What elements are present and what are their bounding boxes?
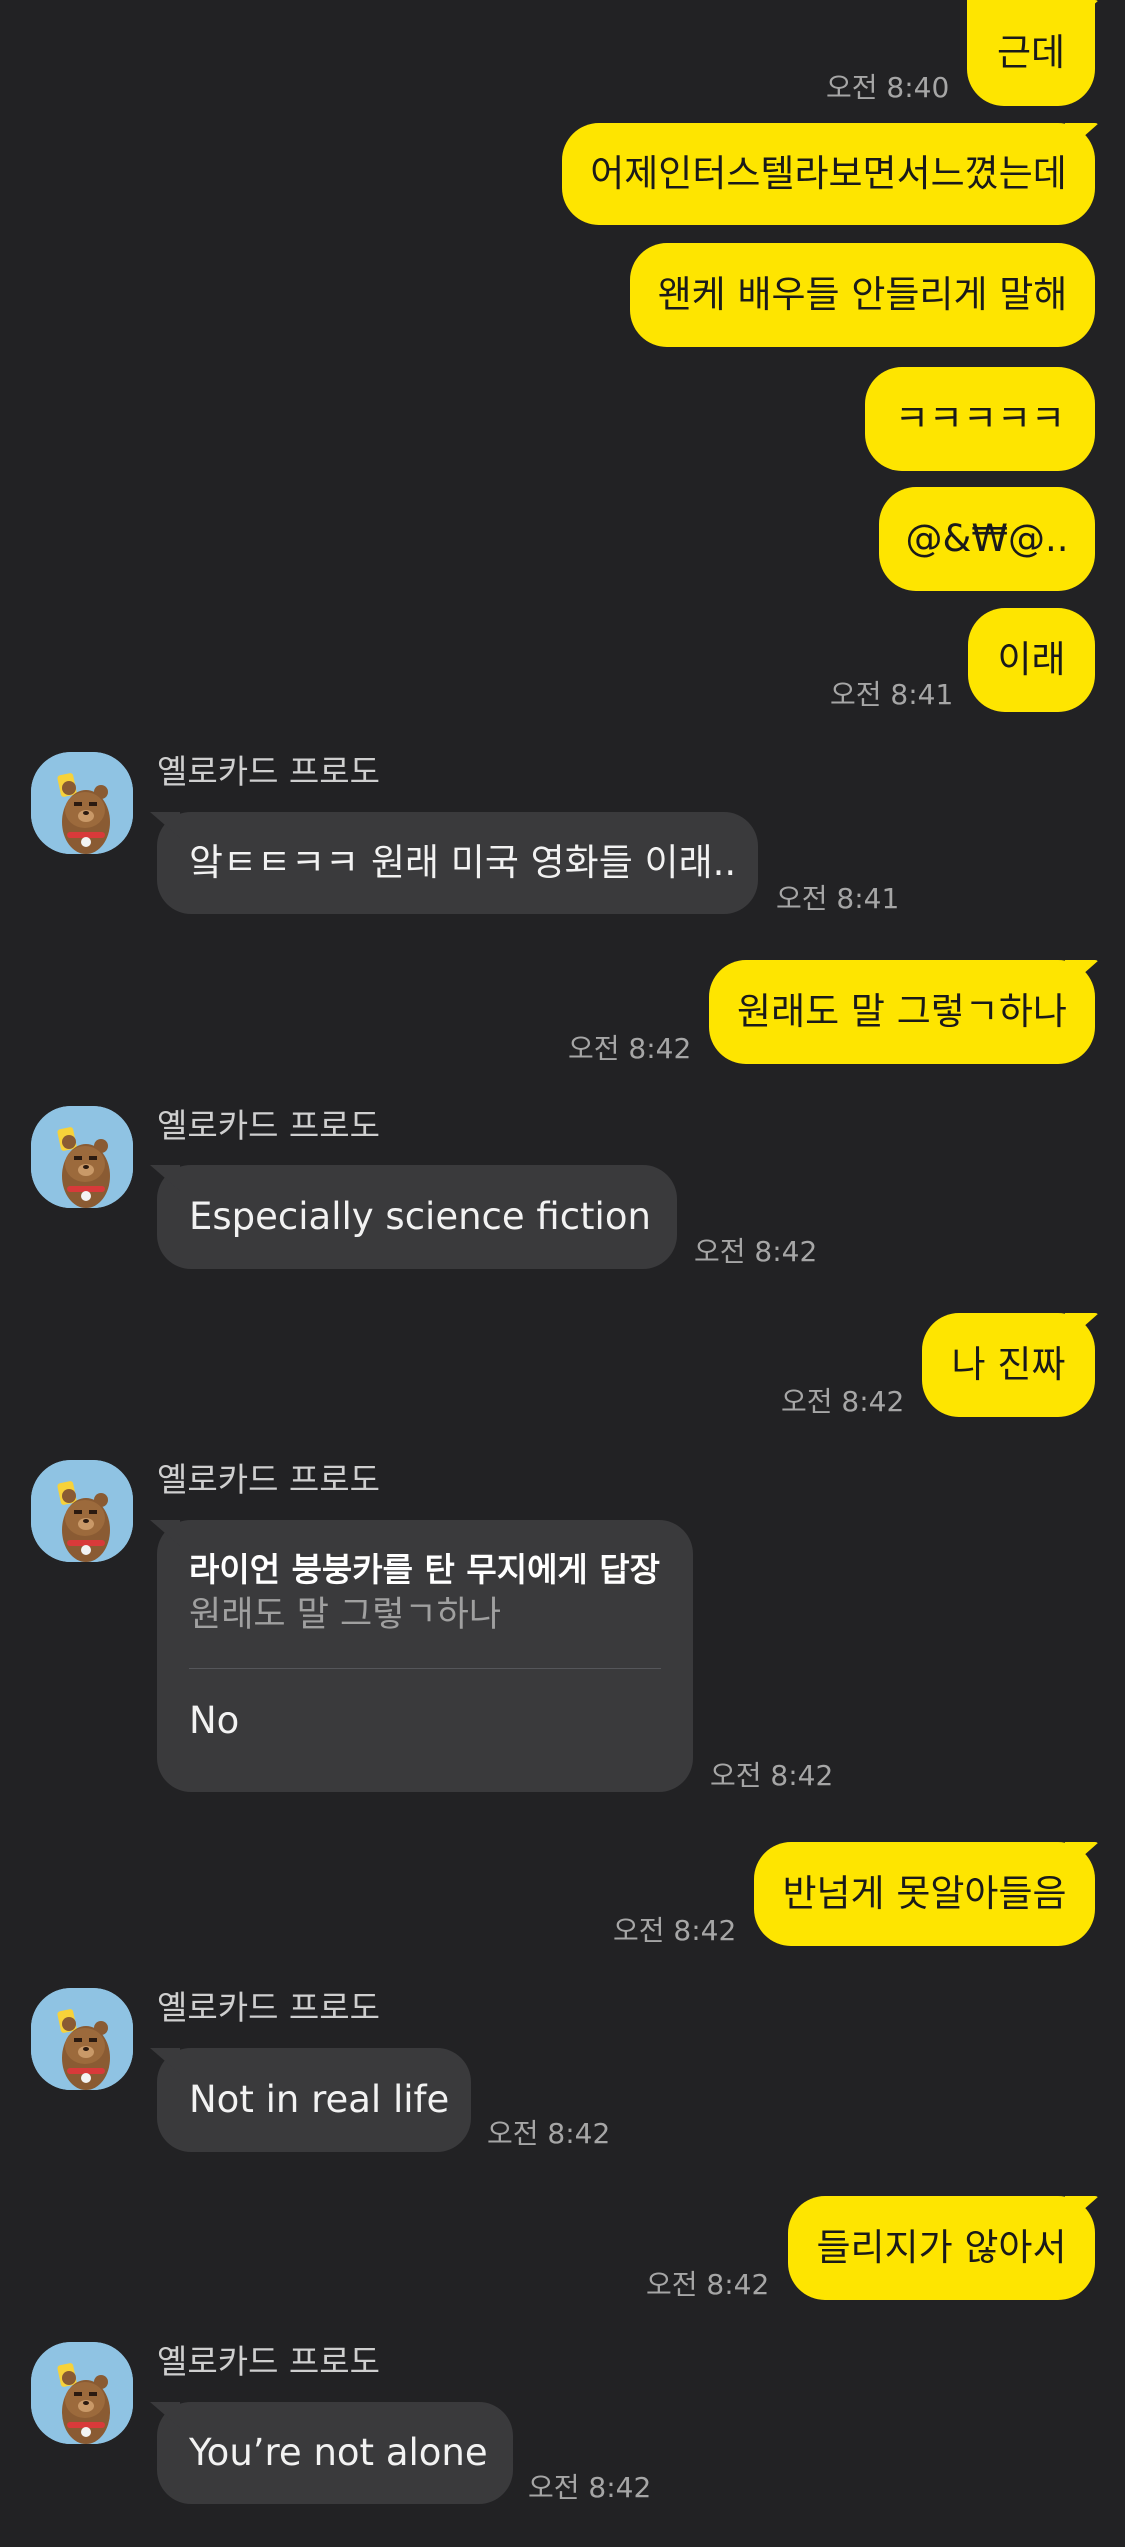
timestamp: 오전 8:42 bbox=[781, 1385, 905, 1418]
message-text: 근데 bbox=[996, 31, 1066, 74]
timestamp: 오전 8:42 bbox=[568, 1032, 692, 1065]
message-text: Not in real life bbox=[189, 2078, 450, 2121]
outgoing-message[interactable]: 원래도 말 그렇ㄱ하나 bbox=[709, 960, 1095, 1064]
bear-character-icon bbox=[31, 1988, 133, 2090]
timestamp: 오전 8:41 bbox=[776, 882, 900, 915]
message-text: 원래도 말 그렇ㄱ하나 bbox=[737, 990, 1067, 1033]
incoming-message[interactable]: 앜ㅌㅌㅋㅋ 원래 미국 영화들 이래.. bbox=[157, 812, 758, 914]
message-text: 반넘게 못알아들음 bbox=[782, 1872, 1067, 1915]
chat-thread[interactable]: 근데 오전 8:40 어제인터스텔라보면서느꼈는데 왠케 배우들 안들리게 말해… bbox=[0, 0, 1125, 2547]
outgoing-message[interactable]: 왠케 배우들 안들리게 말해 bbox=[630, 243, 1095, 347]
message-text: @&₩@.. bbox=[905, 517, 1069, 560]
outgoing-message[interactable]: 이래 bbox=[968, 608, 1095, 712]
outgoing-message[interactable]: 나 진짜 bbox=[922, 1313, 1095, 1417]
message-text: 들리지가 않아서 bbox=[816, 2226, 1067, 2269]
message-text: You’re not alone bbox=[189, 2431, 488, 2474]
message-text: ㅋㅋㅋㅋㅋ bbox=[894, 397, 1066, 440]
avatar[interactable] bbox=[31, 752, 133, 854]
timestamp: 오전 8:42 bbox=[613, 1914, 737, 1947]
message-text: Especially science fiction bbox=[189, 1195, 651, 1238]
avatar[interactable] bbox=[31, 1460, 133, 1562]
message-text: 어제인터스텔라보면서느꼈는데 bbox=[590, 152, 1067, 195]
incoming-message[interactable]: Not in real life bbox=[157, 2048, 471, 2152]
incoming-message[interactable]: Especially science fiction bbox=[157, 1165, 677, 1269]
reply-message[interactable]: 라이언 붕붕카를 탄 무지에게 답장 원래도 말 그렇ㄱ하나 No bbox=[157, 1520, 693, 1792]
message-text: No bbox=[189, 1699, 240, 1742]
message-text: 이래 bbox=[997, 638, 1066, 681]
bear-character-icon bbox=[31, 1460, 133, 1562]
sender-name: 옐로카드 프로도 bbox=[157, 752, 381, 791]
sender-name: 옐로카드 프로도 bbox=[157, 1106, 381, 1145]
reply-title: 라이언 붕붕카를 탄 무지에게 답장 bbox=[189, 1550, 660, 1589]
reply-quote: 원래도 말 그렇ㄱ하나 bbox=[189, 1595, 502, 1635]
timestamp: 오전 8:42 bbox=[710, 1759, 834, 1792]
timestamp: 오전 8:42 bbox=[694, 1235, 818, 1268]
avatar[interactable] bbox=[31, 2342, 133, 2444]
outgoing-message[interactable]: 반넘게 못알아들음 bbox=[754, 1842, 1095, 1946]
outgoing-message[interactable]: @&₩@.. bbox=[879, 487, 1095, 591]
timestamp: 오전 8:42 bbox=[646, 2268, 770, 2301]
outgoing-message[interactable]: ㅋㅋㅋㅋㅋ bbox=[865, 367, 1095, 471]
message-text: 나 진짜 bbox=[951, 1343, 1066, 1386]
bear-character-icon bbox=[31, 2342, 133, 2444]
incoming-message[interactable]: You’re not alone bbox=[157, 2402, 513, 2504]
sender-name: 옐로카드 프로도 bbox=[157, 2342, 381, 2381]
message-text: 앜ㅌㅌㅋㅋ 원래 미국 영화들 이래.. bbox=[189, 841, 737, 884]
reply-divider bbox=[189, 1668, 661, 1669]
timestamp: 오전 8:42 bbox=[487, 2117, 611, 2150]
sender-name: 옐로카드 프로도 bbox=[157, 1460, 381, 1499]
outgoing-message[interactable]: 근데 bbox=[967, 0, 1095, 106]
avatar[interactable] bbox=[31, 1106, 133, 1208]
bear-character-icon bbox=[31, 1106, 133, 1208]
timestamp: 오전 8:42 bbox=[528, 2471, 652, 2504]
message-text: 왠케 배우들 안들리게 말해 bbox=[657, 273, 1068, 316]
timestamp: 오전 8:41 bbox=[830, 678, 954, 711]
timestamp: 오전 8:40 bbox=[826, 71, 950, 104]
sender-name: 옐로카드 프로도 bbox=[157, 1988, 381, 2027]
bear-character-icon bbox=[31, 752, 133, 854]
avatar[interactable] bbox=[31, 1988, 133, 2090]
outgoing-message[interactable]: 들리지가 않아서 bbox=[788, 2196, 1095, 2300]
outgoing-message[interactable]: 어제인터스텔라보면서느꼈는데 bbox=[562, 123, 1095, 225]
